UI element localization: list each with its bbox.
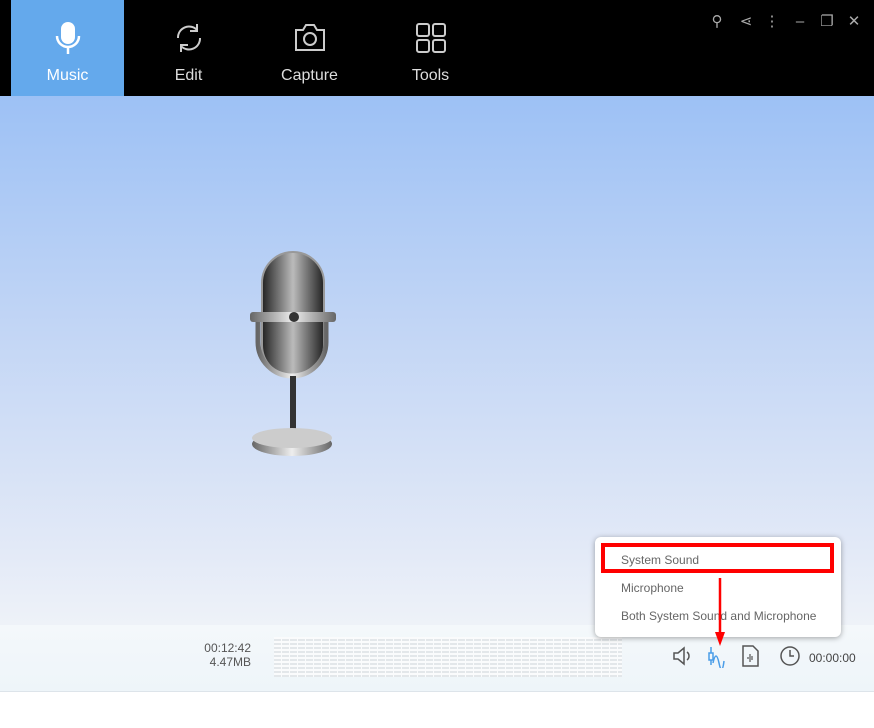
audio-file-icon[interactable]	[738, 644, 762, 668]
microphone-illustration	[250, 251, 336, 456]
refresh-icon	[176, 24, 202, 52]
close-icon[interactable]: ✕	[844, 12, 864, 32]
tab-label: Tools	[411, 67, 450, 84]
tools-grid-icon	[416, 23, 446, 53]
top-nav-bar: Music Edit Capture Tools ⚲ ⋖ ⋮ – ❐ ✕	[0, 0, 874, 96]
tab-capture[interactable]: Capture	[253, 0, 366, 96]
minimize-icon[interactable]: –	[790, 12, 810, 32]
camera-icon	[295, 24, 325, 51]
tab-edit[interactable]: Edit	[132, 0, 245, 96]
tab-label: Capture	[281, 67, 338, 84]
tab-label: Edit	[174, 67, 203, 84]
menu-item-microphone[interactable]: Microphone	[621, 581, 684, 595]
restore-icon[interactable]: ❐	[817, 12, 837, 32]
size-text: 4.47MB	[209, 655, 251, 669]
tab-label: Music	[46, 67, 89, 84]
microphone-icon	[55, 22, 81, 54]
menu-item-system-sound[interactable]: System Sound	[621, 553, 699, 567]
timer-text: 00:00:00	[809, 651, 856, 665]
more-icon[interactable]: ⋮	[762, 12, 782, 32]
tab-music[interactable]: Music	[11, 0, 124, 96]
clock-icon[interactable]	[778, 644, 802, 668]
share-icon[interactable]: ⋖	[736, 12, 756, 32]
duration-text: 00:12:42	[204, 641, 251, 655]
waveform-meter	[274, 637, 622, 677]
speaker-icon[interactable]	[671, 644, 695, 668]
key-icon[interactable]: ⚲	[707, 12, 727, 32]
red-arrow-annotation	[715, 578, 725, 646]
tab-tools[interactable]: Tools	[374, 0, 487, 96]
